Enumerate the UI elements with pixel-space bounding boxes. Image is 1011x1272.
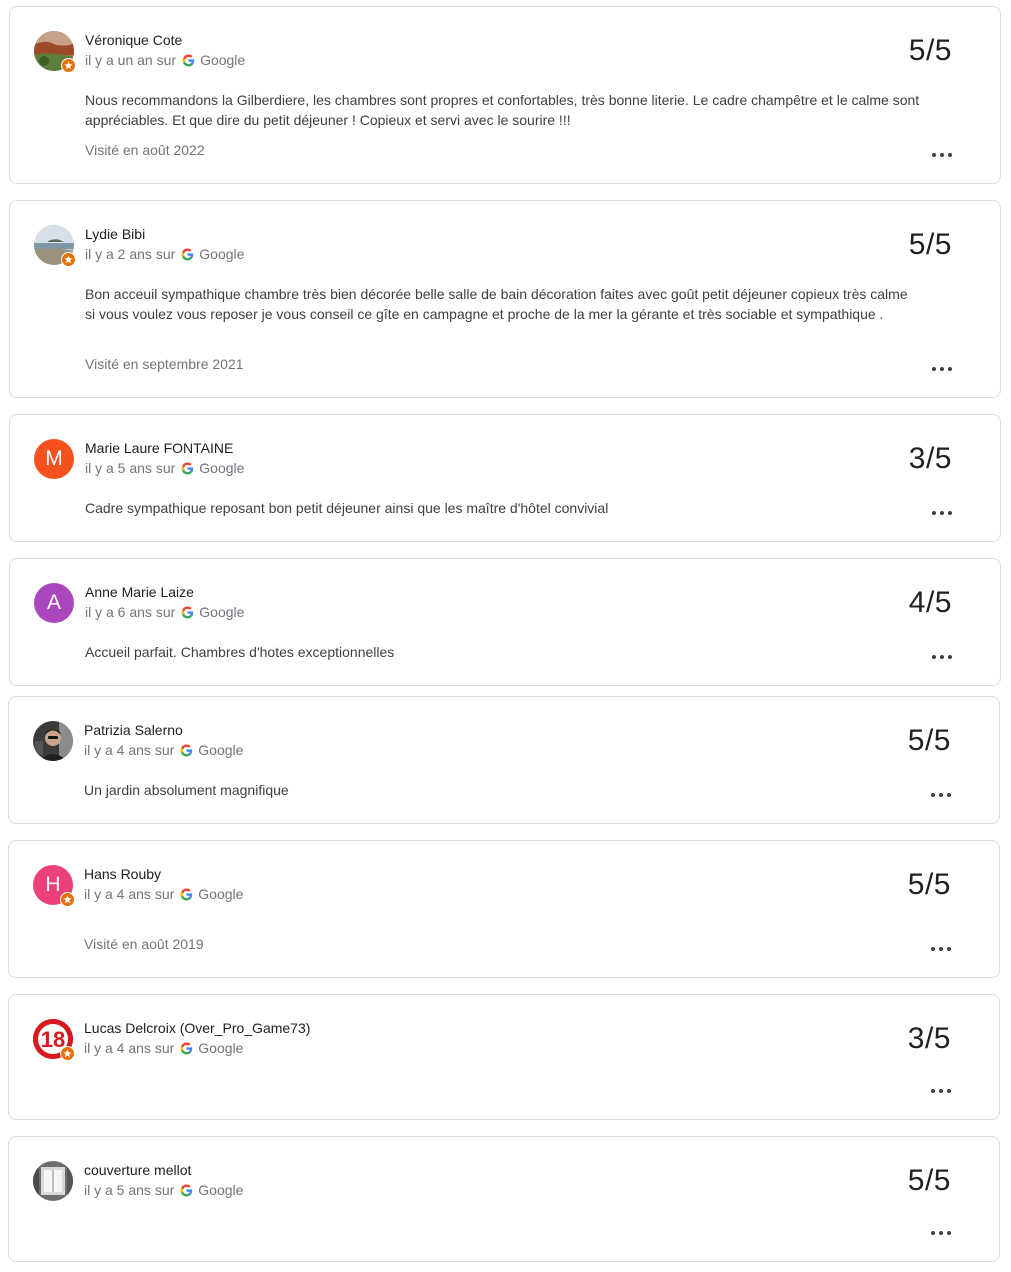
review-source: Google [198, 742, 244, 758]
avatar[interactable]: M [34, 439, 74, 479]
review-time: il y a 2 ans sur [85, 246, 176, 262]
review-source: Google [200, 52, 246, 68]
avatar[interactable] [34, 225, 76, 267]
review-score: 5/5 [908, 228, 952, 261]
review-meta: il y a 6 ans sur Google [85, 604, 244, 620]
review-source: Google [199, 604, 245, 620]
avatar[interactable]: 18 [33, 1019, 75, 1061]
reviewer-name[interactable]: Patrizia Salerno [84, 722, 183, 738]
more-horizontal-icon[interactable] [931, 791, 951, 799]
review-time: il y a 4 ans sur [84, 1040, 175, 1056]
review-card: Véronique Cote il y a un an sur Google 5… [9, 6, 1001, 184]
review-source: Google [199, 460, 245, 476]
avatar-photo [33, 1161, 73, 1201]
avatar-letter: A [34, 583, 74, 623]
review-meta: il y a 4 ans sur Google [84, 742, 243, 758]
review-meta: il y a un an sur Google [85, 52, 245, 68]
review-card: Patrizia Salerno il y a 4 ans sur Google… [8, 696, 1000, 824]
google-g-icon [181, 248, 194, 261]
local-guide-badge-icon [60, 1046, 75, 1061]
avatar[interactable] [33, 1161, 73, 1201]
reviewer-name[interactable]: Hans Rouby [84, 866, 161, 882]
review-time: il y a 6 ans sur [85, 604, 176, 620]
more-horizontal-icon[interactable] [931, 1087, 951, 1095]
google-g-icon [180, 888, 193, 901]
review-time: il y a 4 ans sur [84, 886, 175, 902]
local-guide-badge-icon [61, 58, 76, 73]
local-guide-badge-icon [60, 892, 75, 907]
review-score: 5/5 [907, 724, 951, 757]
review-time: il y a 5 ans sur [85, 460, 176, 476]
local-guide-badge-icon [61, 252, 76, 267]
review-score: 5/5 [908, 34, 952, 67]
reviewer-name[interactable]: Marie Laure FONTAINE [85, 440, 233, 456]
more-horizontal-icon[interactable] [931, 945, 951, 953]
more-horizontal-icon[interactable] [931, 1229, 951, 1237]
review-meta: il y a 4 ans sur Google [84, 1040, 243, 1056]
visit-date: Visité en septembre 2021 [85, 356, 244, 372]
review-score: 4/5 [908, 586, 952, 619]
review-source: Google [198, 1040, 244, 1056]
avatar[interactable]: H [33, 865, 75, 907]
review-card: H Hans Rouby il y a 4 ans sur Google 5/5… [8, 840, 1000, 978]
more-horizontal-icon[interactable] [932, 151, 952, 159]
reviewer-name[interactable]: couverture mellot [84, 1162, 191, 1178]
more-horizontal-icon[interactable] [932, 509, 952, 517]
reviewer-name[interactable]: Lucas Delcroix (Over_Pro_Game73) [84, 1020, 310, 1036]
avatar[interactable] [33, 721, 73, 761]
review-time: il y a 4 ans sur [84, 742, 175, 758]
review-text: Bon acceuil sympathique chambre très bie… [85, 286, 908, 322]
review-card: A Anne Marie Laize il y a 6 ans sur Goog… [9, 558, 1001, 686]
reviewer-name[interactable]: Véronique Cote [85, 32, 182, 48]
avatar[interactable]: A [34, 583, 74, 623]
more-horizontal-icon[interactable] [932, 653, 952, 661]
google-g-icon [181, 462, 194, 475]
review-time: il y a un an sur [85, 52, 177, 68]
review-meta: il y a 2 ans sur Google [85, 246, 244, 262]
avatar-letter: M [34, 439, 74, 479]
review-source: Google [199, 246, 245, 262]
visit-date: Visité en août 2022 [85, 142, 205, 158]
avatar[interactable] [34, 31, 76, 73]
reviewer-name[interactable]: Anne Marie Laize [85, 584, 194, 600]
review-source: Google [198, 1182, 244, 1198]
more-horizontal-icon[interactable] [932, 365, 952, 373]
review-card: M Marie Laure FONTAINE il y a 5 ans sur … [9, 414, 1001, 542]
review-time: il y a 5 ans sur [84, 1182, 175, 1198]
review-score: 3/5 [907, 1022, 951, 1055]
google-g-icon [180, 1042, 193, 1055]
review-text: Cadre sympathique reposant bon petit déj… [85, 500, 609, 516]
review-card: 18 Lucas Delcroix (Over_Pro_Game73) il y… [8, 994, 1000, 1120]
review-score: 5/5 [907, 1164, 951, 1197]
review-text: Accueil parfait. Chambres d'hotes except… [85, 644, 395, 660]
review-card: Lydie Bibi il y a 2 ans sur Google 5/5 B… [9, 200, 1001, 398]
avatar-photo [33, 721, 73, 761]
review-source: Google [198, 886, 244, 902]
google-g-icon [180, 1184, 193, 1197]
review-meta: il y a 5 ans sur Google [84, 1182, 243, 1198]
google-g-icon [180, 744, 193, 757]
review-score: 3/5 [908, 442, 952, 475]
reviewer-name[interactable]: Lydie Bibi [85, 226, 145, 242]
review-card: couverture mellot il y a 5 ans sur Googl… [8, 1136, 1000, 1262]
visit-date: Visité en août 2019 [84, 936, 204, 952]
review-text: Un jardin absolument magnifique [84, 782, 289, 798]
review-score: 5/5 [907, 868, 951, 901]
review-text: Nous recommandons la Gilberdiere, les ch… [85, 92, 920, 128]
review-meta: il y a 4 ans sur Google [84, 886, 243, 902]
google-g-icon [182, 54, 195, 67]
review-meta: il y a 5 ans sur Google [85, 460, 244, 476]
google-g-icon [181, 606, 194, 619]
